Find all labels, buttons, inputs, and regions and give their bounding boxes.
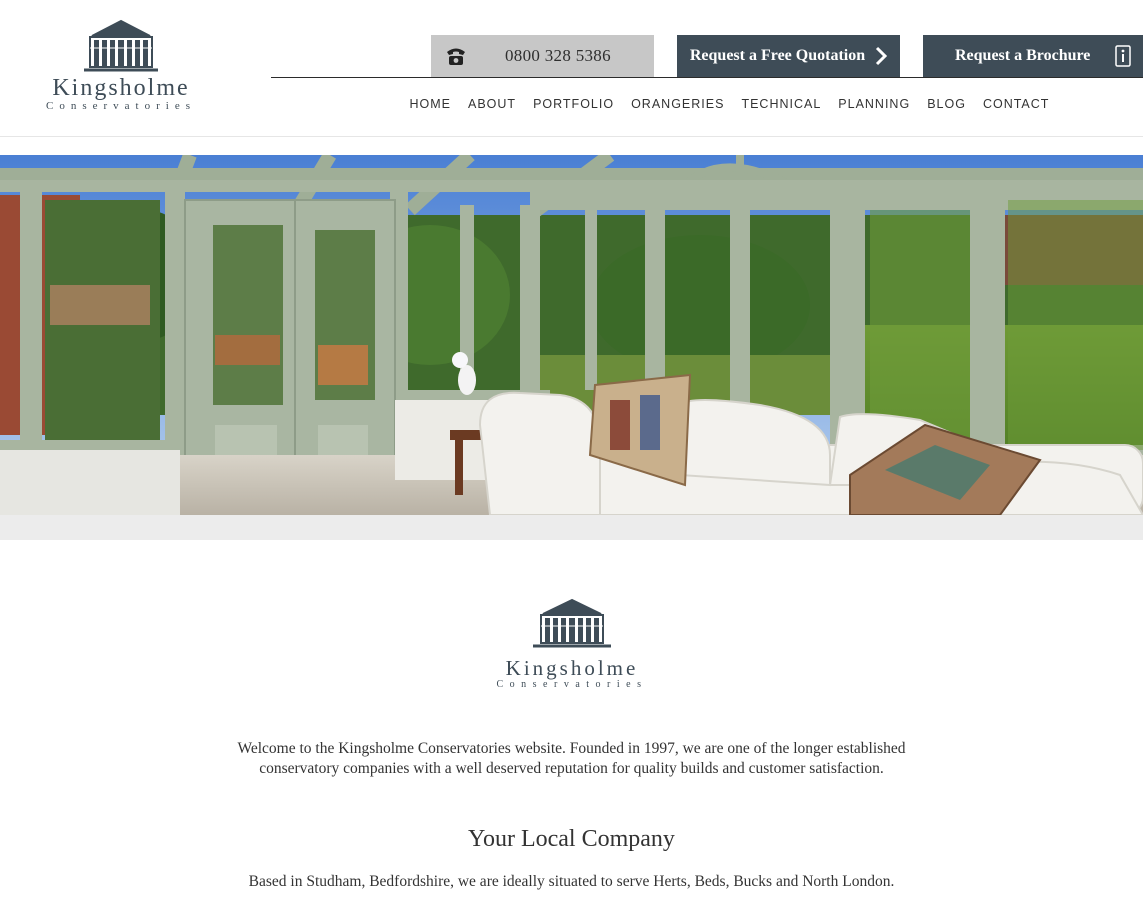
- conservatory-logo-icon: [84, 19, 158, 72]
- site-header: Kingsholme Conservatories 0800 328 5386 …: [0, 0, 1143, 137]
- header-divider: [271, 77, 1143, 78]
- section-title: Your Local Company: [468, 826, 675, 852]
- nav-item-portfolio[interactable]: PORTFOLIO: [525, 96, 623, 112]
- hero-bottom-band: [0, 515, 1143, 540]
- request-brochure-label: Request a Brochure: [955, 47, 1091, 64]
- nav-item-technical[interactable]: TECHNICAL: [733, 96, 830, 112]
- info-icon: [1115, 45, 1131, 67]
- nav-item-home[interactable]: HOME: [401, 96, 460, 112]
- nav-item-blog[interactable]: BLOG: [919, 96, 975, 112]
- nav-item-orangeries[interactable]: ORANGERIES: [623, 96, 733, 112]
- nav-item-planning[interactable]: PLANNING: [830, 96, 919, 112]
- chevron-right-icon: [876, 46, 888, 66]
- main-nav: HOME ABOUT PORTFOLIO ORANGERIES TECHNICA…: [401, 96, 1058, 112]
- nav-item-contact[interactable]: CONTACT: [974, 96, 1058, 112]
- request-quotation-button[interactable]: Request a Free Quotation: [677, 35, 900, 77]
- request-brochure-button[interactable]: Request a Brochure: [923, 35, 1143, 77]
- hero-image: [0, 155, 1143, 515]
- site-logo[interactable]: Kingsholme Conservatories: [36, 18, 206, 118]
- phone-icon: [431, 46, 481, 66]
- content-logo-brand: Kingsholme: [505, 656, 639, 680]
- logo-tagline: Conservatories: [46, 100, 196, 112]
- content-logo-tagline: Conservatories: [496, 679, 648, 690]
- request-quotation-label: Request a Free Quotation: [689, 47, 866, 64]
- welcome-text: Welcome to the Kingsholme Conservatories…: [237, 740, 906, 777]
- phone-number: 0800 328 5386: [505, 46, 611, 65]
- conservatory-logo-icon: [533, 598, 611, 648]
- phone-button[interactable]: 0800 328 5386: [431, 35, 654, 77]
- nav-item-about[interactable]: ABOUT: [460, 96, 525, 112]
- content-logo: Kingsholme Conservatories: [490, 598, 654, 691]
- section-text: Based in Studham, Bedfordshire, we are i…: [248, 873, 895, 890]
- logo-brand-name: Kingsholme: [52, 75, 190, 101]
